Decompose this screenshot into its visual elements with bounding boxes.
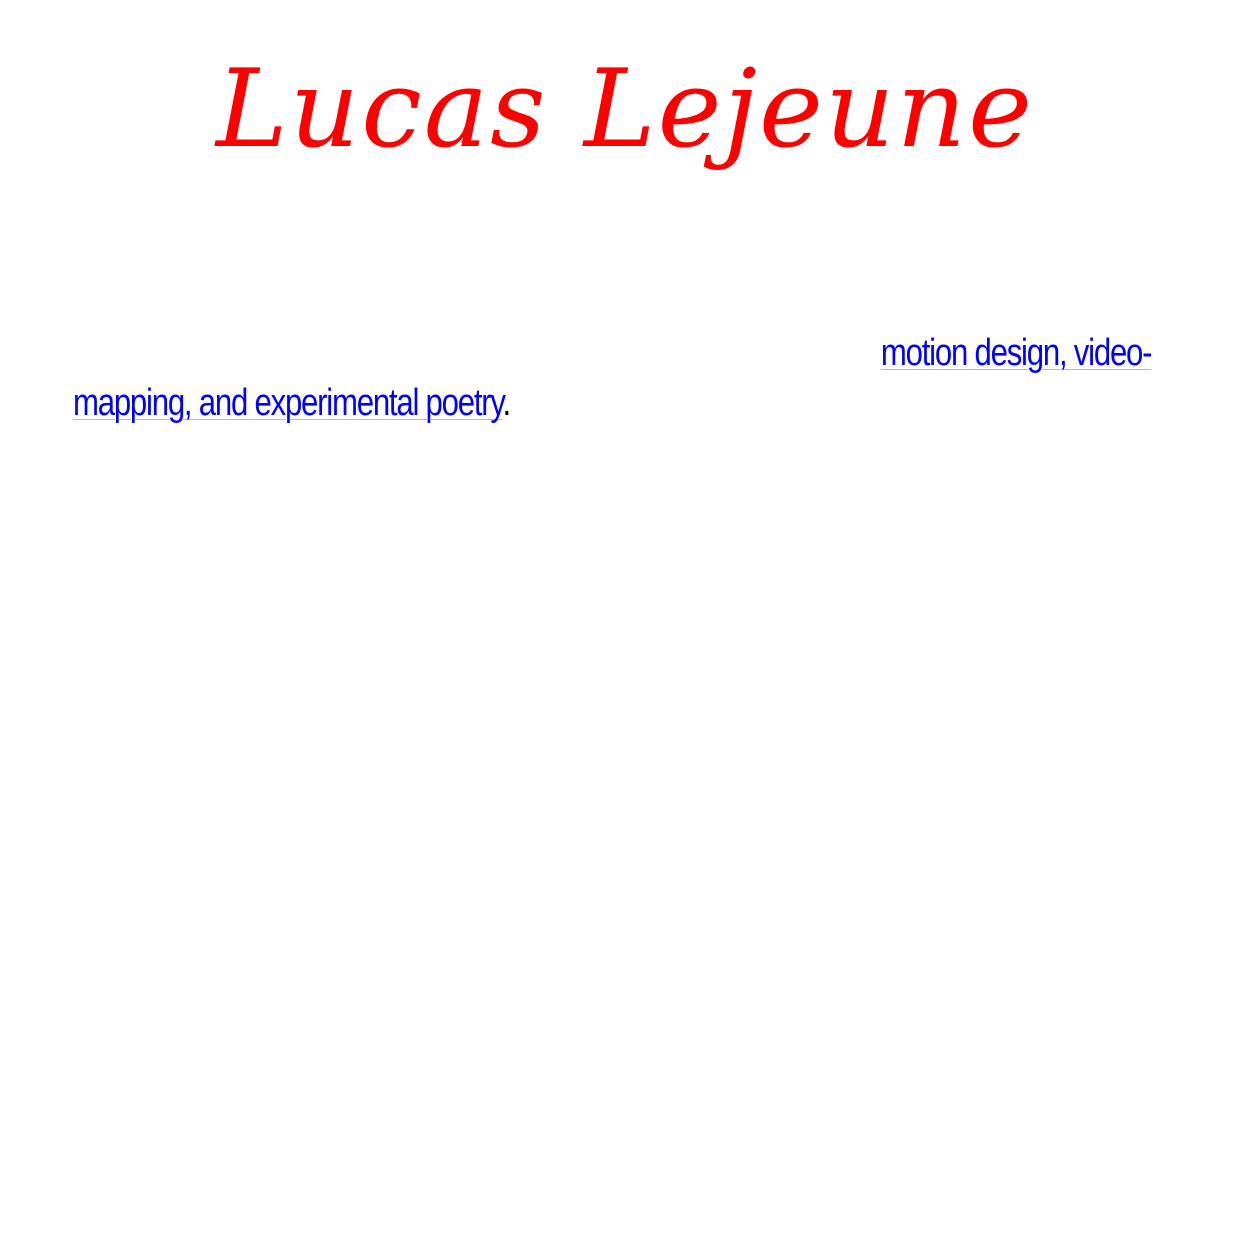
page: Lucas Lejeune motion design, video- mapp… — [0, 0, 1250, 1250]
bio-paragraph: motion design, video- mapping, and exper… — [73, 328, 1153, 428]
bio-line: mapping, and experimental poetry. — [73, 378, 967, 428]
bio-line: motion design, video- — [73, 328, 1153, 378]
bio-link-practices[interactable]: motion design, video- — [881, 332, 1153, 374]
bio-link-practices-continued[interactable]: mapping, and experimental poetry — [73, 382, 504, 424]
site-title[interactable]: Lucas Lejeune — [0, 40, 1250, 180]
bio-period: . — [502, 382, 511, 424]
